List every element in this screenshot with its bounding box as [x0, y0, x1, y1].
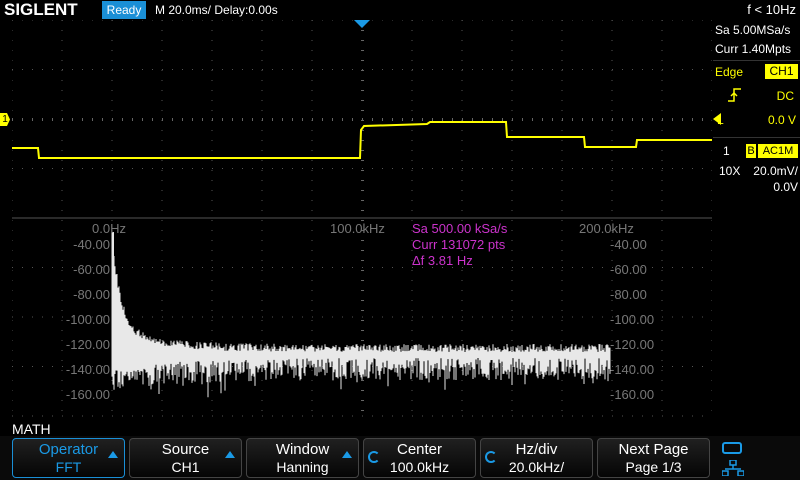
db-label-left: -160.00	[66, 387, 110, 402]
acquisition-panel[interactable]: Sa 5.00MSa/s Curr 1.40Mpts	[713, 20, 800, 60]
fft-freq-label-center: 100.0kHz	[330, 221, 385, 236]
up-arrow-icon	[225, 451, 235, 458]
sample-rate-readout: Sa 5.00MSa/s	[715, 23, 791, 37]
db-label-right: -60.00	[610, 262, 647, 277]
center-softkey[interactable]: Center 100.0kHz	[363, 438, 476, 478]
adjust-knob-icon	[485, 451, 497, 463]
vertical-scale: 20.0mV/	[753, 164, 798, 178]
hz-per-div-softkey[interactable]: Hz/div 20.0kHz/	[480, 438, 593, 478]
memory-depth-readout: Curr 1.40Mpts	[715, 42, 792, 56]
frequency-counter: f < 10Hz	[747, 2, 796, 17]
waveform-canvas: 0.0Hz 100.0kHz 200.0kHz -40.00 -60.00 -80.…	[12, 20, 712, 417]
fft-spectrum	[111, 231, 611, 398]
bandwidth-limit-badge: B	[746, 144, 756, 158]
softkey-value: Page 1/3	[625, 459, 682, 475]
db-label-right: -120.00	[610, 337, 654, 352]
operator-softkey[interactable]: Operator FFT	[12, 438, 125, 478]
up-arrow-icon	[342, 451, 352, 458]
db-label-right: -80.00	[610, 287, 647, 302]
softkey-title: Hz/div	[515, 441, 558, 458]
channel-coupling-badge: AC1M	[758, 144, 798, 158]
softkey-value: 100.0kHz	[389, 459, 450, 475]
usb-storage-icon[interactable]	[722, 442, 742, 454]
softkey-menu: Operator FFT Source CH1 Window Hanning C…	[0, 436, 800, 480]
db-label-right: -40.00	[610, 237, 647, 252]
db-label-left: -40.00	[73, 237, 110, 252]
db-label-left: -80.00	[73, 287, 110, 302]
top-status-bar: SIGLENT Ready M 20.0ms/ Delay:0.00s f < …	[0, 0, 800, 20]
brand-logo: SIGLENT	[4, 0, 78, 19]
trigger-position-marker-icon[interactable]	[354, 20, 370, 28]
run-status-badge[interactable]: Ready	[102, 1, 146, 19]
softkey-value: Hanning	[276, 459, 329, 475]
fft-freq-label-end: 200.0kHz	[579, 221, 634, 236]
db-label-left: -100.00	[66, 312, 110, 327]
db-label-right: -140.00	[610, 362, 654, 377]
probe-attenuation: 10X	[719, 164, 741, 178]
menu-title: MATH	[12, 421, 51, 437]
fft-points: Curr 131072 pts	[412, 237, 506, 252]
window-softkey[interactable]: Window Hanning	[246, 438, 359, 478]
trigger-level-marker-icon[interactable]	[713, 113, 721, 125]
fft-freq-label-start: 0.0Hz	[92, 221, 126, 236]
softkey-value: 20.0kHz/	[508, 459, 565, 475]
timebase-readout[interactable]: M 20.0ms/ Delay:0.00s	[155, 0, 278, 20]
trigger-coupling: DC	[776, 89, 794, 103]
softkey-title: Center	[396, 441, 443, 458]
network-icon[interactable]	[722, 460, 744, 476]
waveform-display[interactable]: 0.0Hz 100.0kHz 200.0kHz -40.00 -60.00 -80.…	[12, 20, 712, 420]
trigger-panel[interactable]: Edge CH1 DC L 0.0 V	[713, 60, 800, 137]
softkey-value: CH1	[171, 459, 200, 475]
trigger-source-badge: CH1	[765, 64, 798, 79]
trigger-type: Edge	[715, 65, 744, 79]
fft-resolution: Δf 3.81 Hz	[412, 253, 473, 268]
next-page-softkey[interactable]: Next Page Page 1/3	[597, 438, 710, 478]
db-label-left: -140.00	[66, 362, 110, 377]
db-label-left: -60.00	[73, 262, 110, 277]
fft-db-labels-right: -40.00 -60.00 -80.00 -100.00 -120.00 -140.00 -…	[610, 237, 654, 402]
fft-sample-rate: Sa 500.00 kSa/s	[412, 221, 508, 236]
adjust-knob-icon	[368, 451, 380, 463]
channel-number: 1	[723, 144, 730, 158]
up-arrow-icon	[108, 451, 118, 458]
rising-edge-icon	[728, 88, 741, 102]
ch1-offset-marker[interactable]: 1	[0, 113, 10, 126]
softkey-value: FFT	[55, 459, 82, 475]
db-label-right: -100.00	[610, 312, 654, 327]
channel1-panel[interactable]: 1 B AC1M 10X 20.0mV/ 0.0V	[713, 137, 800, 198]
source-softkey[interactable]: Source CH1	[129, 438, 242, 478]
fft-db-labels-left: -40.00 -60.00 -80.00 -100.00 -120.00 -140.00 -…	[66, 237, 110, 402]
vertical-offset: 0.0V	[773, 180, 798, 194]
db-label-right: -160.00	[610, 387, 654, 402]
ch1-marker-label: 1	[2, 114, 8, 125]
softkey-title: Next Page	[618, 441, 689, 458]
db-label-left: -120.00	[66, 337, 110, 352]
trigger-level-value: 0.0 V	[767, 113, 796, 127]
